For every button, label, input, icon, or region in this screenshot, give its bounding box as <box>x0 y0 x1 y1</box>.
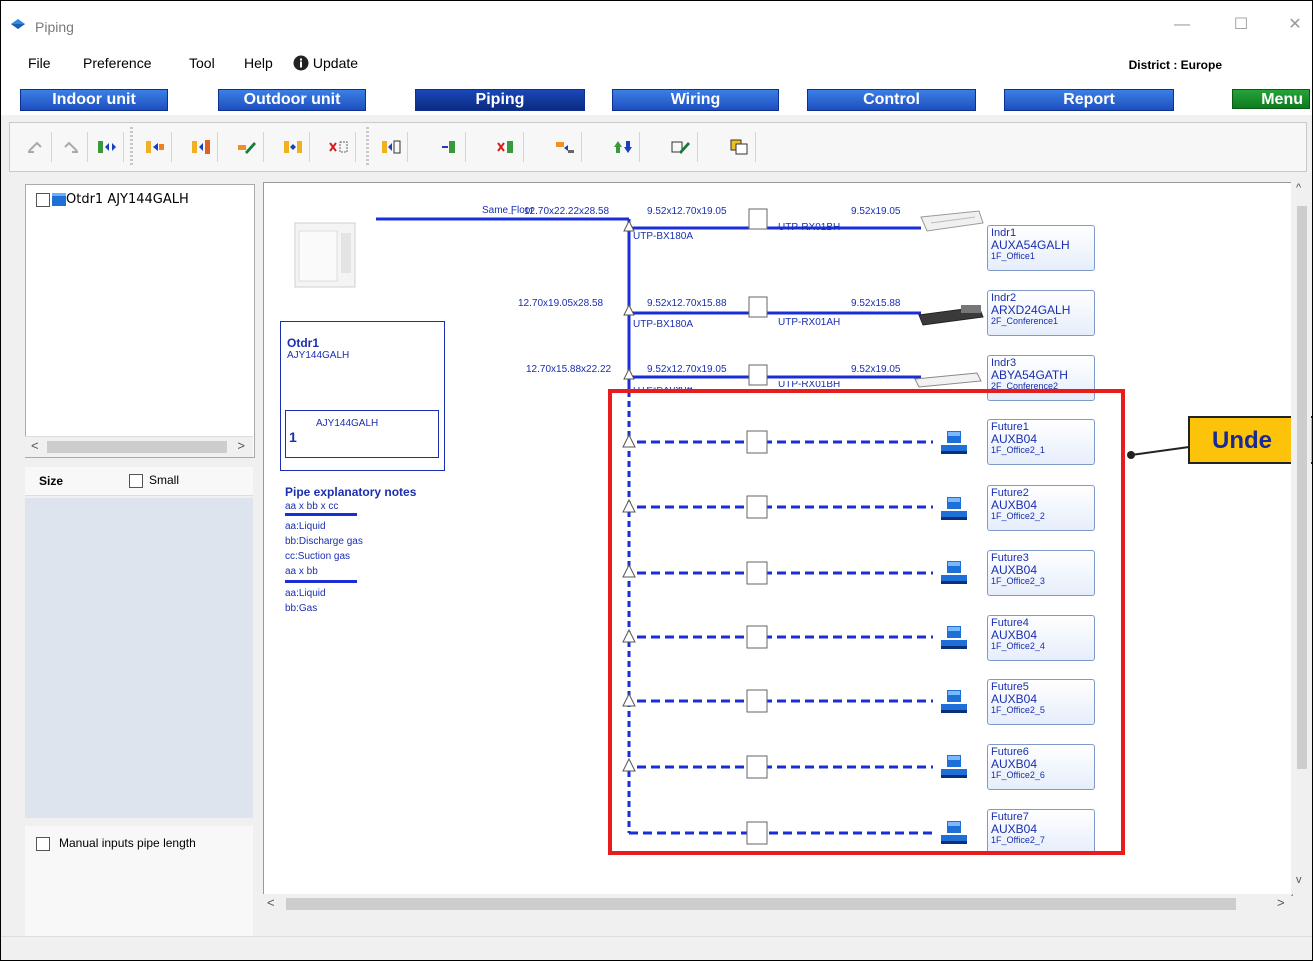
callout-leader <box>1127 446 1190 459</box>
scroll-down-icon[interactable]: v <box>1296 874 1302 886</box>
branch-kit-marker <box>623 219 635 232</box>
cassette-unit-image[interactable] <box>920 210 984 232</box>
flow-arrow-icon: → <box>506 207 515 217</box>
indoor-unit-card[interactable]: Indr1 AUXA54GALH 1F_Office1 <box>987 225 1095 271</box>
kit-label-bx2: UTP-BX180A <box>633 319 694 330</box>
pipe-notes-discharge: bb:Discharge gas <box>285 536 363 547</box>
piping-window: Piping — ☐ ✕ File Preference Tool Help U… <box>0 0 1313 961</box>
pipe-notes: Pipe explanatory notes aa x bb x cc aa:L… <box>285 485 485 635</box>
pipe-notes-line <box>285 513 357 516</box>
outdoor-name: Otdr1 <box>287 336 320 350</box>
indoor-unit-model: AUXA54GALH <box>991 238 1070 252</box>
outdoor-module-model: AJY144GALH <box>316 418 379 429</box>
pipe-size-main2: 12.70x19.05x28.58 <box>518 298 604 309</box>
refnet-box <box>748 208 768 230</box>
pipe-notes-liquid2: aa:Liquid <box>285 588 326 599</box>
outdoor-module-count: 1 <box>289 429 297 445</box>
pipe-size-indr2: 9.52x15.88 <box>851 298 901 309</box>
pipe-notes-format3: aa x bb x cc <box>285 501 339 512</box>
vertical-scroll-thumb[interactable] <box>1297 206 1307 769</box>
pipe-size-main3: 12.70x15.88x22.22 <box>526 364 612 375</box>
ceiling-unit-image[interactable] <box>914 372 982 388</box>
kit-label-rx2: UTP-RX01AH <box>778 317 841 328</box>
pipe-notes-gas: bb:Gas <box>285 603 318 614</box>
pipe-notes-suction: cc:Suction gas <box>285 551 351 562</box>
indoor-unit-room: 1F_Office1 <box>991 251 1035 261</box>
indoor-unit-model: ABYA54GATH <box>991 368 1068 382</box>
pipe-size-main1: 12.70x22.22x28.58 <box>524 206 610 217</box>
pipe-notes-line <box>285 580 357 583</box>
scroll-left-icon[interactable]: < <box>267 895 275 910</box>
outdoor-unit-image[interactable] <box>294 222 356 288</box>
pipe-size-branch2: 9.52x12.70x15.88 <box>647 298 727 309</box>
highlight-rectangle <box>608 389 1125 855</box>
refnet-box <box>748 364 768 386</box>
indoor-unit-card[interactable]: Indr2 ARXD24GALH 2F_Conference1 <box>987 290 1095 336</box>
pipe-notes-title: Pipe explanatory notes <box>285 485 417 499</box>
pipe-size-indr3: 9.52x19.05 <box>851 364 901 375</box>
branch-kit-marker <box>623 303 635 316</box>
scroll-up-icon[interactable]: ^ <box>1296 182 1301 194</box>
branch-kit-marker <box>623 367 635 380</box>
pipe-notes-liquid: aa:Liquid <box>285 521 326 532</box>
indoor-unit-model: ARXD24GALH <box>991 303 1071 317</box>
duct-unit-image[interactable] <box>918 305 984 326</box>
refnet-box <box>748 296 768 318</box>
scroll-right-icon[interactable]: > <box>1277 895 1285 910</box>
pipe-notes-format2: aa x bb <box>285 566 318 577</box>
kit-label-rx1: UTP-RX01BH <box>778 222 841 233</box>
kit-label-rx3: UTP-RX01BH <box>778 381 841 389</box>
pipe-size-indr1: 9.52x19.05 <box>851 206 901 217</box>
pipe-size-branch1: 9.52x12.70x19.05 <box>647 206 727 217</box>
pipe-size-branch3: 9.52x12.70x19.05 <box>647 364 727 375</box>
status-bar <box>1 936 1312 960</box>
outdoor-module-box[interactable]: AJY144GALH 1 <box>285 410 439 458</box>
outdoor-model: AJY144GALH <box>287 350 350 361</box>
indoor-unit-room: 2F_Conference1 <box>991 316 1059 326</box>
kit-label-bx1: UTP-BX180A <box>633 231 694 242</box>
horizontal-scroll-thumb[interactable] <box>286 898 1236 910</box>
outdoor-info-box[interactable]: Otdr1 AJY144GALH AJY144GALH 1 <box>280 321 445 471</box>
